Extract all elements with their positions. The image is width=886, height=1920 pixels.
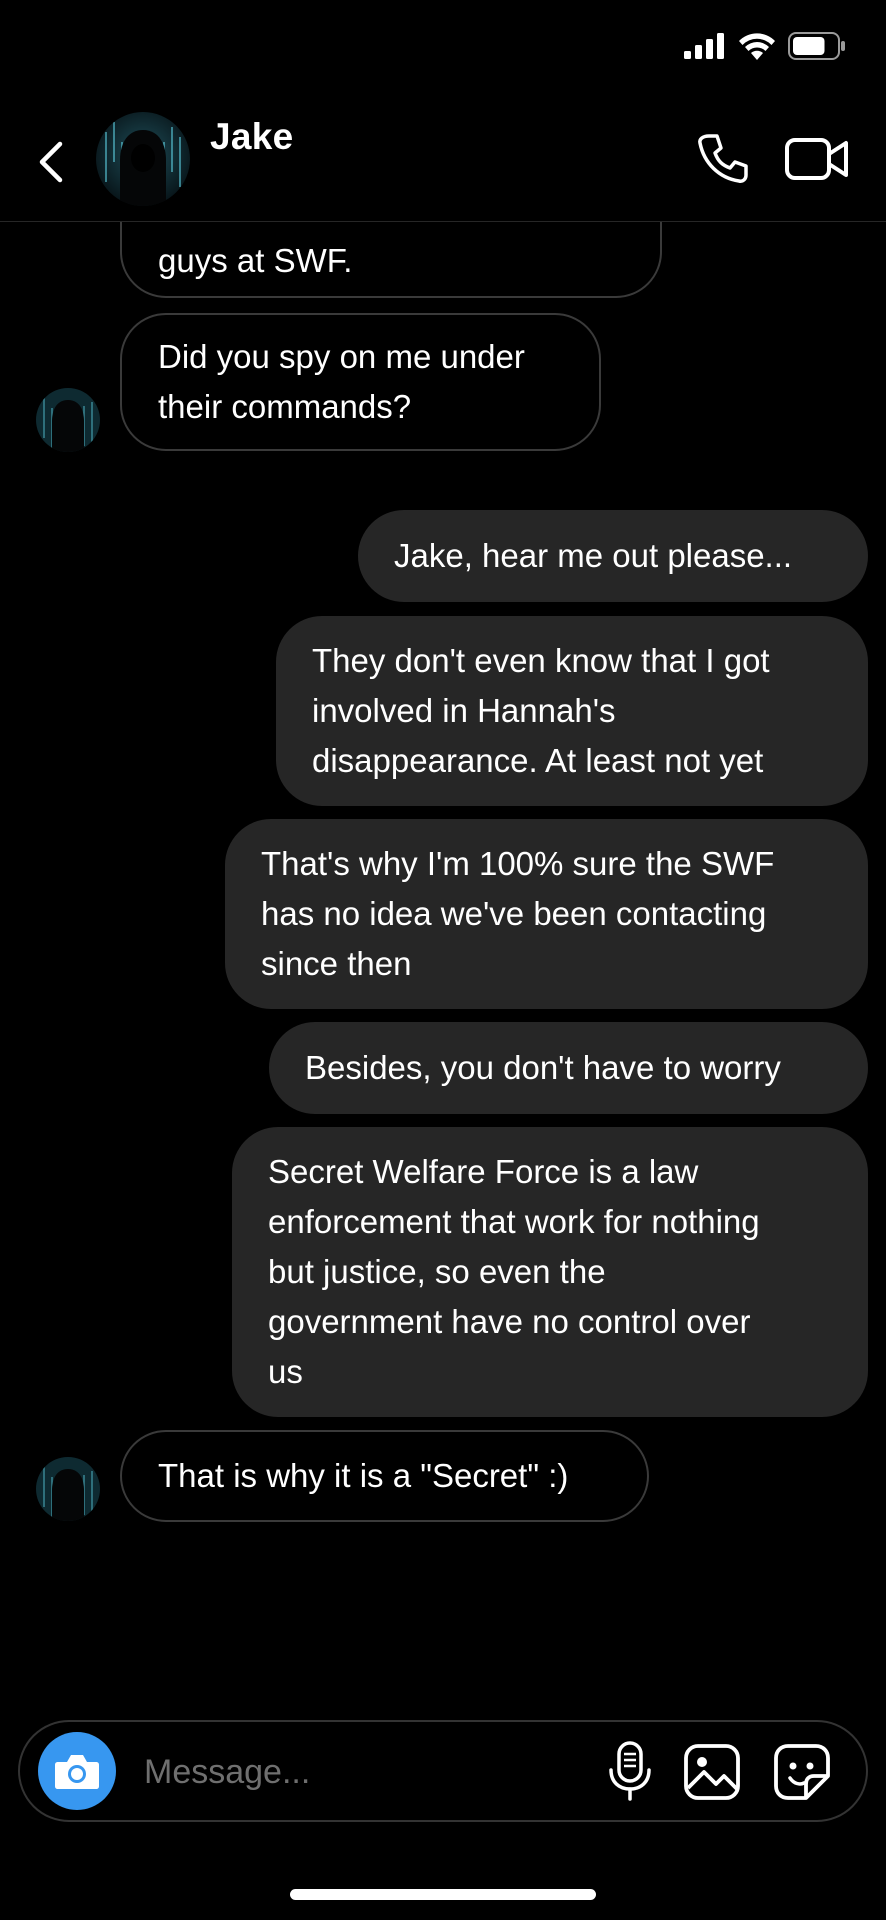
message-bubble-incoming[interactable]: guys at SWF. (120, 222, 662, 298)
status-bar (0, 0, 886, 100)
message-bubble-outgoing[interactable]: They don't even know that I got involved… (276, 616, 868, 806)
sender-avatar[interactable] (36, 388, 100, 452)
message-thread: guys at SWF. Did you spy on me under the… (0, 222, 886, 1722)
camera-icon (55, 1755, 99, 1789)
message-bubble-outgoing[interactable]: That's why I'm 100% sure the SWF has no … (225, 819, 868, 1009)
microphone-icon (609, 1741, 651, 1801)
message-bubble-outgoing[interactable]: Besides, you don't have to worry (269, 1022, 868, 1114)
battery-icon (788, 32, 845, 60)
phone-icon (698, 134, 748, 183)
sender-avatar[interactable] (36, 1457, 100, 1521)
image-icon (684, 1744, 740, 1800)
status-icons (684, 32, 846, 60)
message-bubble-incoming[interactable]: That is why it is a "Secret" :) (120, 1430, 649, 1522)
video-call-button[interactable] (784, 134, 850, 184)
message-composer (18, 1720, 868, 1822)
cellular-signal-icon (684, 33, 724, 59)
video-camera-icon (785, 138, 848, 180)
wifi-icon (739, 33, 775, 60)
gallery-button[interactable] (682, 1742, 742, 1802)
camera-button[interactable] (38, 1732, 116, 1810)
audio-call-button[interactable] (695, 130, 751, 186)
message-bubble-incoming[interactable]: Did you spy on me under their commands? (120, 313, 601, 451)
sticker-icon (774, 1744, 830, 1800)
sticker-button[interactable] (772, 1742, 832, 1802)
back-button[interactable] (30, 134, 70, 190)
message-input[interactable] (144, 1744, 464, 1800)
chat-header: Jake (0, 100, 886, 222)
home-indicator[interactable] (290, 1889, 596, 1900)
chevron-left-icon (39, 141, 63, 183)
message-bubble-outgoing[interactable]: Secret Welfare Force is a law enforcemen… (232, 1127, 868, 1417)
dm-screen: Jake guys at SWF. Did you spy on me unde… (0, 0, 886, 1920)
message-bubble-outgoing[interactable]: Jake, hear me out please... (358, 510, 868, 602)
contact-name[interactable]: Jake (210, 116, 294, 158)
contact-avatar[interactable] (96, 112, 190, 206)
voice-message-button[interactable] (602, 1740, 658, 1802)
